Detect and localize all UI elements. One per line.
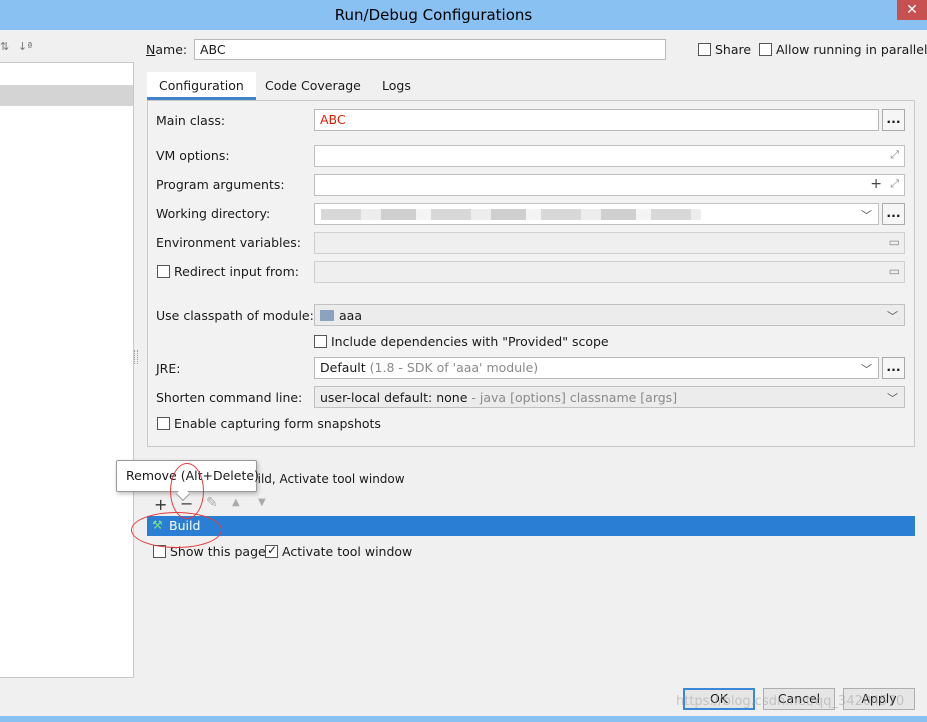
shorten-command-line-label: Shorten command line: — [156, 390, 303, 405]
classpath-module-label: Use classpath of module: — [156, 308, 314, 323]
chevron-down-icon[interactable]: ﹀ — [887, 308, 898, 324]
include-provided-checkbox-box[interactable] — [314, 335, 327, 348]
tree-selected-item[interactable] — [0, 85, 133, 106]
add-macro-icon[interactable]: + — [870, 176, 882, 192]
left-toolbar: ⇅ ↓ª — [0, 40, 134, 60]
environment-variables-label: Environment variables: — [156, 235, 301, 250]
jre-label: JRE: — [156, 361, 181, 376]
sort-icon[interactable]: ↓ª — [18, 40, 32, 53]
jre-combo[interactable]: Default (1.8 - SDK of 'aaa' module) ﹀ — [314, 357, 879, 379]
share-checkbox-box[interactable] — [698, 43, 711, 56]
expand-icon[interactable]: ⤢ — [890, 148, 899, 162]
redirect-input-checkbox-box[interactable] — [157, 265, 170, 278]
expand-icon[interactable]: ⤢ — [890, 177, 899, 191]
folder-icon[interactable]: ▭ — [889, 264, 900, 278]
before-launch-task-list[interactable]: ⚒ Build — [147, 516, 915, 536]
name-label: Name: — [146, 42, 188, 57]
vm-options-input[interactable]: ⤢ — [314, 145, 905, 167]
form-snapshots-checkbox[interactable]: Enable capturing form snapshots — [157, 416, 381, 431]
move-up-icon[interactable]: ▲ — [232, 497, 240, 508]
activate-tool-window-checkbox-box[interactable] — [265, 543, 278, 558]
name-input[interactable]: ABC — [194, 39, 666, 60]
configuration-tree[interactable] — [0, 62, 134, 678]
include-provided-checkbox[interactable]: Include dependencies with "Provided" sco… — [314, 334, 609, 349]
program-arguments-input[interactable]: + ⤢ — [314, 174, 905, 196]
main-class-input[interactable]: ABC — [314, 109, 879, 131]
form-snapshots-checkbox-box[interactable] — [157, 417, 170, 430]
shorten-command-line-combo[interactable]: user-local default: none - java [options… — [314, 386, 905, 408]
classpath-module-combo[interactable]: aaa ﹀ — [314, 304, 905, 326]
watermark: https://blog.csdn.net/qq_34204570 — [676, 694, 905, 709]
splitter-handle[interactable] — [134, 350, 138, 364]
annotation-circle-remove — [170, 463, 204, 519]
main-class-browse-button[interactable]: ... — [882, 109, 905, 131]
add-task-icon[interactable]: + — [154, 495, 167, 514]
group-icon[interactable]: ⇅ — [0, 40, 9, 53]
redirect-input-field[interactable]: ▭ — [314, 261, 905, 283]
program-arguments-label: Program arguments: — [156, 177, 285, 192]
activate-tool-window-checkbox[interactable]: Activate tool window — [265, 543, 412, 559]
working-directory-browse-button[interactable]: ... — [882, 203, 905, 225]
working-directory-combo[interactable]: ﹀ — [314, 203, 879, 225]
title-bar: Run/Debug Configurations ✕ — [0, 0, 927, 30]
redirect-input-checkbox[interactable]: Redirect input from: — [157, 264, 299, 279]
chevron-down-icon[interactable]: ﹀ — [887, 390, 898, 406]
annotation-circle-build — [131, 512, 222, 548]
tab-configuration[interactable]: Configuration — [147, 72, 256, 100]
share-checkbox[interactable]: Share — [698, 42, 751, 57]
edit-task-icon[interactable]: ✎ — [206, 495, 218, 511]
vm-options-label: VM options: — [156, 148, 230, 163]
tab-code-coverage[interactable]: Code Coverage — [253, 72, 373, 100]
chevron-down-icon[interactable]: ﹀ — [861, 361, 872, 377]
blurred-path — [321, 209, 701, 220]
module-icon — [320, 310, 334, 321]
environment-variables-input[interactable]: ▭ — [314, 232, 905, 254]
chevron-down-icon[interactable]: ﹀ — [861, 207, 872, 223]
before-launch-header: uild, Activate tool window — [250, 472, 405, 486]
move-down-icon[interactable]: ▼ — [258, 497, 266, 508]
window-bottom-edge — [0, 716, 927, 722]
parallel-checkbox-box[interactable] — [759, 43, 772, 56]
parallel-checkbox[interactable]: Allow running in parallel — [759, 42, 927, 57]
folder-icon[interactable]: ▭ — [889, 235, 900, 249]
main-class-label: Main class: — [156, 113, 226, 128]
close-button[interactable]: ✕ — [897, 0, 927, 20]
window-title: Run/Debug Configurations — [334, 6, 533, 24]
working-directory-label: Working directory: — [156, 206, 271, 221]
jre-browse-button[interactable]: ... — [882, 357, 905, 379]
tab-logs[interactable]: Logs — [370, 72, 423, 100]
